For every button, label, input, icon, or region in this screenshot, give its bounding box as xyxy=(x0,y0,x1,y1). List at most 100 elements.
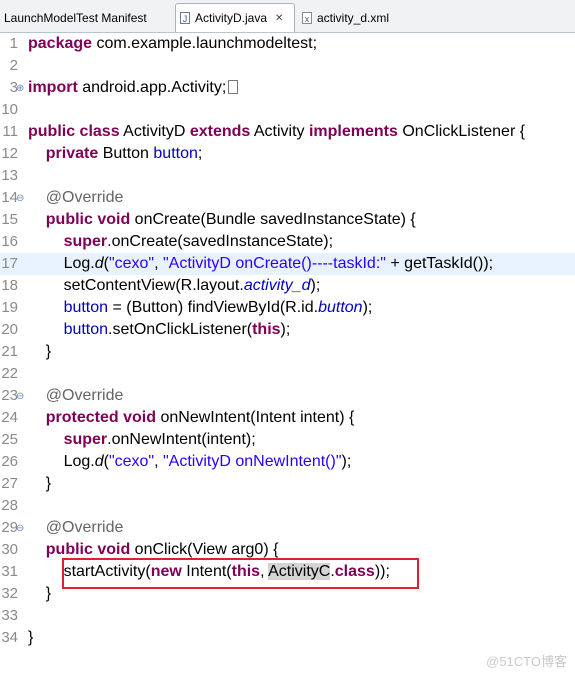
tab-label: ActivityD.java xyxy=(195,11,268,25)
minus-icon[interactable]: ⊖ xyxy=(16,518,24,540)
line-number: 13 xyxy=(1,167,18,184)
code-text: com.example.launchmodeltest; xyxy=(92,35,318,52)
line-number: 34 xyxy=(1,629,18,646)
code-text: android.app.Activity; xyxy=(77,79,227,96)
line-number: 11 xyxy=(2,123,18,140)
code-text: } xyxy=(45,475,52,492)
code-text: + getTaskId()); xyxy=(385,255,494,272)
editor-tab-bar: LaunchModelTest Manifest J ActivityD.jav… xyxy=(0,0,575,33)
code-line: 3 ⊕ import android.app.Activity; xyxy=(0,77,575,99)
keyword: super xyxy=(63,233,108,250)
line-number: 33 xyxy=(1,607,18,624)
tab-label: LaunchModelTest Manifest xyxy=(4,11,147,25)
code-line: 25 super.onNewIntent(intent); xyxy=(0,429,575,451)
line-number: 2 xyxy=(9,57,18,74)
keyword: this xyxy=(252,321,281,338)
code-text: } xyxy=(28,629,34,646)
code-text: = (Button) findViewById(R.id. xyxy=(108,299,319,316)
field: button xyxy=(63,299,109,316)
code-line: 27 } xyxy=(0,473,575,495)
string-literal: "cexo" xyxy=(108,255,155,272)
line-number: 12 xyxy=(1,145,18,162)
string-literal: "ActivityD onCreate()----taskId:" xyxy=(162,255,386,272)
keyword: public void xyxy=(45,211,131,228)
code-line: 15 public void onCreate(Bundle savedInst… xyxy=(0,209,575,231)
code-line: 19 button = (Button) findViewById(R.id.b… xyxy=(0,297,575,319)
annotation: @Override xyxy=(45,387,124,404)
code-text: .setOnClickListener( xyxy=(108,321,253,338)
annotation: @Override xyxy=(45,189,124,206)
code-text: Log. xyxy=(63,255,95,272)
tab-activityd-java[interactable]: J ActivityD.java ✕ xyxy=(175,3,295,32)
code-line: 10 xyxy=(0,99,575,121)
keyword: super xyxy=(63,431,108,448)
code-line: 34 } xyxy=(0,627,575,649)
line-number: 1 xyxy=(9,35,18,52)
line-number: 16 xyxy=(1,233,18,250)
code-text: Log. xyxy=(63,453,95,470)
line-number: 25 xyxy=(1,431,18,448)
code-text: ActivityD xyxy=(119,123,190,140)
xml-file-icon: x xyxy=(302,12,312,24)
close-icon[interactable]: ✕ xyxy=(275,13,283,24)
keyword: import xyxy=(28,79,78,96)
keyword: public class xyxy=(28,123,120,140)
code-line: 22 xyxy=(0,363,575,385)
string-literal: "ActivityD onNewIntent()" xyxy=(162,453,342,470)
line-number: 24 xyxy=(1,409,18,426)
line-number: 27 xyxy=(1,475,18,492)
line-number: 21 xyxy=(1,343,18,360)
code-line: 29 ⊖ @Override xyxy=(0,517,575,539)
tab-label: activity_d.xml xyxy=(317,11,390,25)
code-text: Activity xyxy=(250,123,309,140)
code-text: onClick(View arg0) { xyxy=(130,541,279,558)
keyword: extends xyxy=(189,123,251,140)
line-number: 31 xyxy=(1,563,18,580)
code-text: ); xyxy=(280,321,291,338)
code-line-current: 17 Log.d("cexo", "ActivityD onCreate()--… xyxy=(0,253,575,275)
code-line: 12 private Button button; xyxy=(0,143,575,165)
code-line: 33 xyxy=(0,605,575,627)
keyword: protected void xyxy=(45,409,157,426)
minus-icon[interactable]: ⊖ xyxy=(16,188,24,210)
code-line: 13 xyxy=(0,165,575,187)
keyword: private xyxy=(45,145,99,162)
line-number: 30 xyxy=(1,541,18,558)
line-number: 22 xyxy=(1,365,18,382)
code-text: } xyxy=(45,343,52,360)
tab-manifest[interactable]: LaunchModelTest Manifest xyxy=(0,4,172,32)
minus-icon[interactable]: ⊖ xyxy=(16,386,24,408)
code-line: 20 button.setOnClickListener(this); xyxy=(0,319,575,341)
code-text: OnClickListener { xyxy=(397,123,526,140)
code-text: } xyxy=(45,585,52,602)
code-line: 16 super.onCreate(savedInstanceState); xyxy=(0,231,575,253)
code-text: ; xyxy=(197,145,203,162)
code-text: ); xyxy=(362,299,373,316)
code-line: 2 xyxy=(0,55,575,77)
code-text: ); xyxy=(341,453,352,470)
keyword: public void xyxy=(45,541,131,558)
line-number: 20 xyxy=(1,321,18,338)
tab-activity-d-xml[interactable]: x activity_d.xml xyxy=(298,4,438,32)
static-method: d xyxy=(94,255,104,272)
line-number: 18 xyxy=(1,277,18,294)
java-file-icon: J xyxy=(180,12,190,24)
code-text: onCreate(Bundle savedInstanceState) { xyxy=(130,211,416,228)
line-number: 15 xyxy=(1,211,18,228)
code-text: , xyxy=(154,453,163,470)
string-literal: "cexo" xyxy=(108,453,155,470)
plus-icon[interactable]: ⊕ xyxy=(16,78,24,100)
field: button xyxy=(153,145,198,162)
line-number: 26 xyxy=(1,453,18,470)
code-text: Button xyxy=(98,145,154,162)
code-line: 1 package com.example.launchmodeltest; xyxy=(0,33,575,55)
code-text: ); xyxy=(310,277,321,294)
line-number: 32 xyxy=(1,585,18,602)
code-line: 11 public class ActivityD extends Activi… xyxy=(0,121,575,143)
code-text: .onNewIntent(intent); xyxy=(107,431,256,448)
keyword: package xyxy=(28,35,93,52)
code-text: .onCreate(savedInstanceState); xyxy=(107,233,334,250)
code-line: 24 protected void onNewIntent(Intent int… xyxy=(0,407,575,429)
code-line: 14 ⊖ @Override xyxy=(0,187,575,209)
folded-imports-icon[interactable] xyxy=(228,80,239,94)
